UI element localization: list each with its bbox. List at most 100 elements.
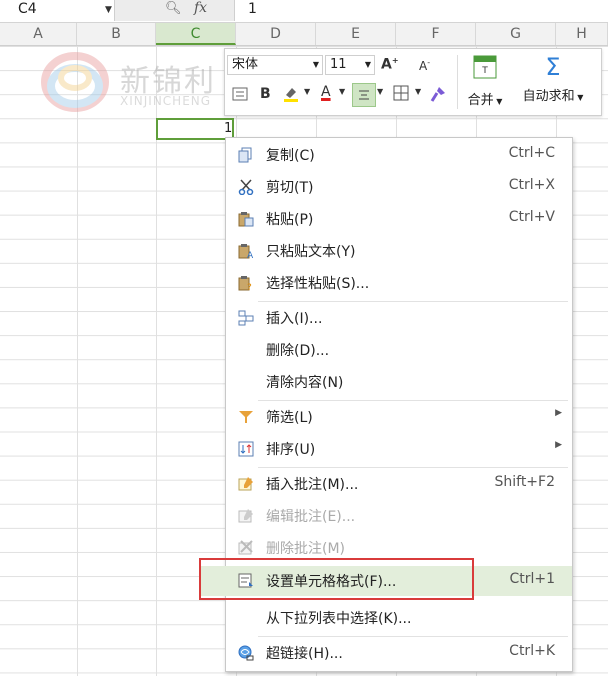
bold-button[interactable]: B: [260, 86, 271, 102]
menu-item-delete[interactable]: 删除(D)...: [226, 335, 572, 365]
merge-button[interactable]: T 合并 ▼: [463, 55, 507, 108]
font-color-button[interactable]: A: [321, 84, 331, 100]
grid-line: [77, 46, 78, 676]
chevron-down-icon[interactable]: ▼: [339, 87, 345, 96]
scissors-icon: [238, 179, 254, 195]
annotation-highlight-box: [199, 558, 474, 600]
menu-item-shortcut: Ctrl+1: [509, 571, 555, 587]
column-header-e[interactable]: E: [316, 23, 396, 45]
menu-item-label: 插入(I)...: [266, 311, 323, 327]
decrease-font-button[interactable]: A-: [419, 58, 430, 73]
copy-icon: [238, 147, 252, 163]
chevron-down-icon: ▼: [364, 60, 371, 69]
autosum-button[interactable]: Σ 自动求和 ▼: [513, 55, 593, 104]
column-header-c[interactable]: C: [156, 23, 236, 45]
menu-separator: [258, 467, 568, 468]
column-header-d[interactable]: D: [236, 23, 316, 45]
borders-icon[interactable]: [393, 85, 409, 105]
menu-item-label: 删除(D)...: [266, 343, 330, 359]
chevron-right-icon: ▶: [555, 440, 562, 450]
menu-separator: [258, 400, 568, 401]
highlight-color-button[interactable]: [282, 85, 300, 107]
menu-separator: [258, 301, 568, 302]
chevron-down-icon: ▼: [312, 60, 319, 69]
watermark-subtext: XINJINCHENG: [120, 94, 212, 108]
menu-item-filter[interactable]: 筛选(L) ▶: [226, 402, 572, 432]
name-box[interactable]: C4 ▼: [0, 0, 115, 21]
menu-item-insert[interactable]: 插入(I)...: [226, 303, 572, 333]
column-header-a[interactable]: A: [0, 23, 77, 45]
menu-item-shortcut: Ctrl+C: [508, 145, 555, 161]
increase-font-button[interactable]: A+: [381, 56, 399, 73]
fx-button[interactable]: fx: [194, 0, 207, 16]
menu-item-paste-special[interactable]: ? 选择性粘贴(S)...: [226, 268, 572, 298]
font-size-select[interactable]: 11 ▼: [325, 55, 375, 75]
grid-line: [156, 46, 157, 676]
watermark-logo: 新锦利 XINJINCHENG: [40, 50, 240, 120]
merge-label: 合并: [467, 93, 494, 108]
menu-item-shortcut: Ctrl+K: [509, 643, 555, 659]
sort-icon: [238, 441, 254, 457]
menu-item-insert-comment[interactable]: 插入批注(M)... Shift+F2: [226, 469, 572, 499]
paste-special-icon: ?: [238, 276, 252, 291]
menu-item-copy[interactable]: 复制(C) Ctrl+C: [226, 140, 572, 170]
formula-buttons: 🔍︎ fx: [115, 0, 235, 21]
logo-swirl-icon: [41, 52, 109, 112]
menu-item-paste-text[interactable]: A 只粘贴文本(Y): [226, 236, 572, 266]
chevron-down-icon[interactable]: ▼: [377, 87, 383, 96]
menu-item-label: 删除批注(M): [266, 541, 346, 557]
column-header-f[interactable]: F: [396, 23, 476, 45]
formula-bar: C4 ▼ 🔍︎ fx 1: [0, 0, 608, 23]
menu-item-edit-comment: 编辑批注(E)...: [226, 501, 572, 531]
menu-item-pick-from-dropdown[interactable]: 从下拉列表中选择(K)...: [226, 603, 572, 633]
formula-input[interactable]: 1: [248, 1, 257, 17]
format-painter-icon[interactable]: [429, 85, 447, 107]
insert-icon: [238, 310, 254, 326]
increase-font-label: A: [381, 56, 392, 73]
magnifier-icon[interactable]: 🔍︎: [165, 1, 182, 16]
font-name-select[interactable]: 宋体 ▼: [227, 55, 323, 75]
edit-comment-icon: [238, 509, 253, 523]
column-header-g[interactable]: G: [476, 23, 556, 45]
svg-text:T: T: [481, 66, 488, 76]
paste-icon: [238, 212, 254, 227]
menu-item-hyperlink[interactable]: 超链接(H)... Ctrl+K: [226, 638, 572, 668]
menu-item-shortcut: Ctrl+V: [508, 209, 555, 225]
menu-item-clear-contents[interactable]: 清除内容(N): [226, 367, 572, 397]
svg-text:?: ?: [247, 283, 252, 291]
merge-cells-icon: T: [473, 55, 497, 79]
menu-item-label: 编辑批注(E)...: [266, 509, 356, 525]
filter-icon: [239, 411, 253, 423]
insert-comment-icon: [238, 477, 253, 491]
name-box-value: C4: [18, 1, 37, 17]
column-header-h[interactable]: H: [556, 23, 608, 45]
align-center-button[interactable]: [352, 83, 376, 107]
cell-value: 1: [224, 121, 233, 136]
selected-cell[interactable]: [156, 118, 234, 140]
autosum-label: 自动求和: [522, 89, 575, 104]
menu-item-paste[interactable]: 粘贴(P) Ctrl+V: [226, 204, 572, 234]
menu-item-sort[interactable]: 排序(U) ▶: [226, 434, 572, 464]
decrease-font-label: A: [419, 59, 428, 73]
sigma-icon: Σ: [545, 53, 561, 81]
menu-item-label: 粘贴(P): [266, 212, 314, 228]
paste-text-icon: A: [238, 244, 254, 259]
menu-item-label: 插入批注(M)...: [266, 477, 359, 493]
svg-text:A: A: [247, 251, 254, 259]
menu-separator: [258, 636, 568, 637]
menu-item-label: 超链接(H)...: [266, 646, 343, 662]
hyperlink-icon: [238, 645, 254, 661]
menu-item-label: 只粘贴文本(Y): [266, 244, 356, 260]
column-header-b[interactable]: B: [77, 23, 156, 45]
menu-item-label: 选择性粘贴(S)...: [266, 276, 370, 292]
menu-item-label: 排序(U): [266, 442, 316, 458]
chevron-down-icon[interactable]: ▼: [415, 87, 421, 96]
chevron-down-icon[interactable]: ▼: [105, 5, 112, 15]
toolbar-divider: [457, 55, 458, 109]
chevron-down-icon[interactable]: ▼: [304, 87, 310, 96]
column-headers: A B C D E F G H: [0, 23, 608, 46]
borders-format-icon[interactable]: [232, 86, 248, 106]
menu-item-cut[interactable]: 剪切(T) Ctrl+X: [226, 172, 572, 202]
font-size-value: 11: [330, 57, 347, 72]
menu-item-shortcut: Ctrl+X: [508, 177, 555, 193]
